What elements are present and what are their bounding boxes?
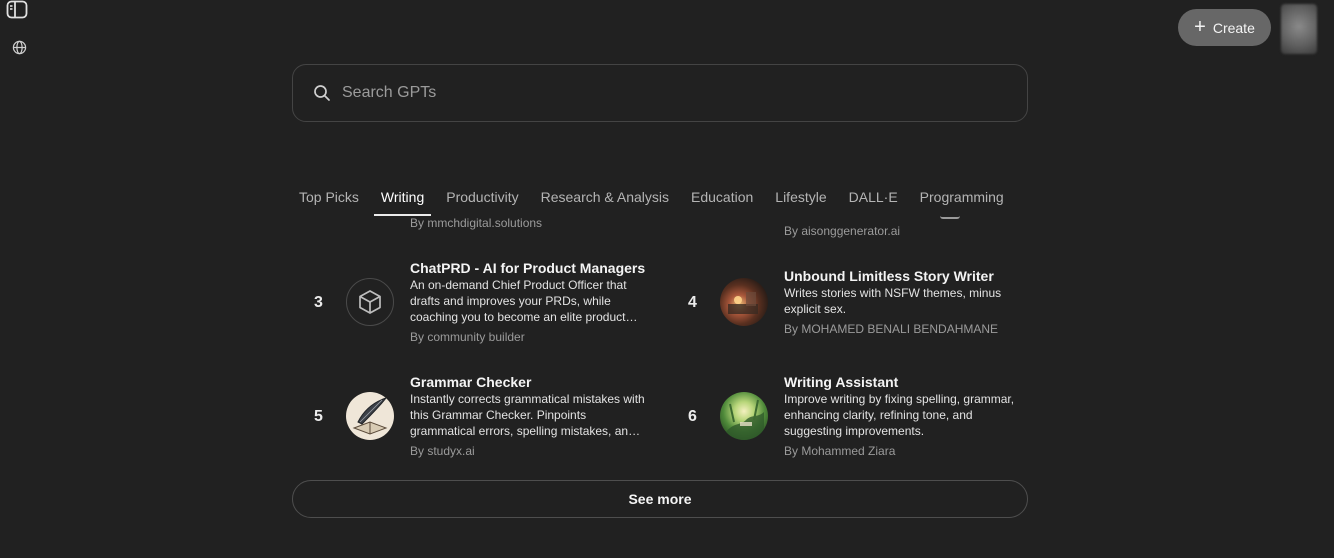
- item-title: Unbound Limitless Story Writer: [784, 268, 994, 284]
- tab-top-picks[interactable]: Top Picks: [292, 178, 366, 216]
- item-description: Improve writing by fixing spelling, gram…: [784, 392, 1015, 438]
- list-item-chatprd[interactable]: 3 ChatPRD - AI for Product Managers An o…: [292, 260, 645, 356]
- story-image: [720, 278, 768, 326]
- tab-programming[interactable]: Programming: [913, 178, 1011, 216]
- tab-education[interactable]: Education: [684, 178, 760, 216]
- plus-icon: +: [1194, 15, 1206, 38]
- search-icon: [313, 84, 331, 102]
- item-author: By MOHAMED BENALI BENDAHMANE: [784, 322, 999, 336]
- item-description: Instantly corrects grammatical mistakes …: [410, 392, 645, 438]
- rank-number: 3: [314, 294, 323, 311]
- tab-lifestyle[interactable]: Lifestyle: [768, 178, 833, 216]
- see-more-button[interactable]: See more: [292, 480, 1028, 518]
- forest-image: [720, 392, 768, 440]
- create-button-label: Create: [1212, 19, 1255, 36]
- rank-number: 4: [688, 294, 697, 311]
- item-title: Writing Assistant: [784, 374, 899, 390]
- sidebar-toggle-icon[interactable]: [6, 0, 28, 20]
- search-input[interactable]: [342, 84, 982, 102]
- tab-dalle[interactable]: DALL·E: [842, 178, 905, 216]
- list-item-writing-assistant[interactable]: 6 Writing Assistant Improve writing by f…: [666, 374, 1014, 466]
- partial-item-title-fragment: [940, 216, 960, 219]
- list-item-grammar-checker[interactable]: 5 Grammar Checker Instantly corrects gra…: [292, 374, 645, 466]
- item-title: Grammar Checker: [410, 374, 532, 390]
- globe-icon[interactable]: [11, 39, 27, 55]
- cube-icon: [346, 278, 394, 326]
- rank-number: 6: [688, 408, 697, 425]
- rank-number: 5: [314, 408, 323, 425]
- create-button[interactable]: + Create: [1178, 9, 1271, 46]
- partial-item-author: By aisonggenerator.ai: [784, 224, 901, 238]
- item-author: By Mohammed Ziara: [784, 444, 896, 458]
- item-description: Writes stories with NSFW themes, minus e…: [784, 286, 1002, 316]
- tab-productivity[interactable]: Productivity: [439, 178, 525, 216]
- search-bar[interactable]: [292, 64, 1028, 122]
- avatar[interactable]: [1281, 4, 1317, 54]
- category-tabs: Top Picks Writing Productivity Research …: [292, 178, 1019, 216]
- quill-book-image: [346, 392, 394, 440]
- partial-item-author: By mmchdigital.solutions: [410, 216, 543, 230]
- tab-research-analysis[interactable]: Research & Analysis: [534, 178, 676, 216]
- item-author: By studyx.ai: [410, 444, 475, 458]
- gpt-list: By mmchdigital.solutions By aisonggenera…: [292, 216, 1028, 466]
- item-author: By community builder: [410, 330, 525, 344]
- item-description: An on-demand Chief Product Officer that …: [410, 278, 627, 324]
- list-item-unbound-story-writer[interactable]: 4 Unbound Limitless Story Writer Writes …: [666, 268, 1006, 364]
- tab-writing[interactable]: Writing: [373, 178, 432, 216]
- item-title: ChatPRD - AI for Product Managers: [410, 260, 646, 276]
